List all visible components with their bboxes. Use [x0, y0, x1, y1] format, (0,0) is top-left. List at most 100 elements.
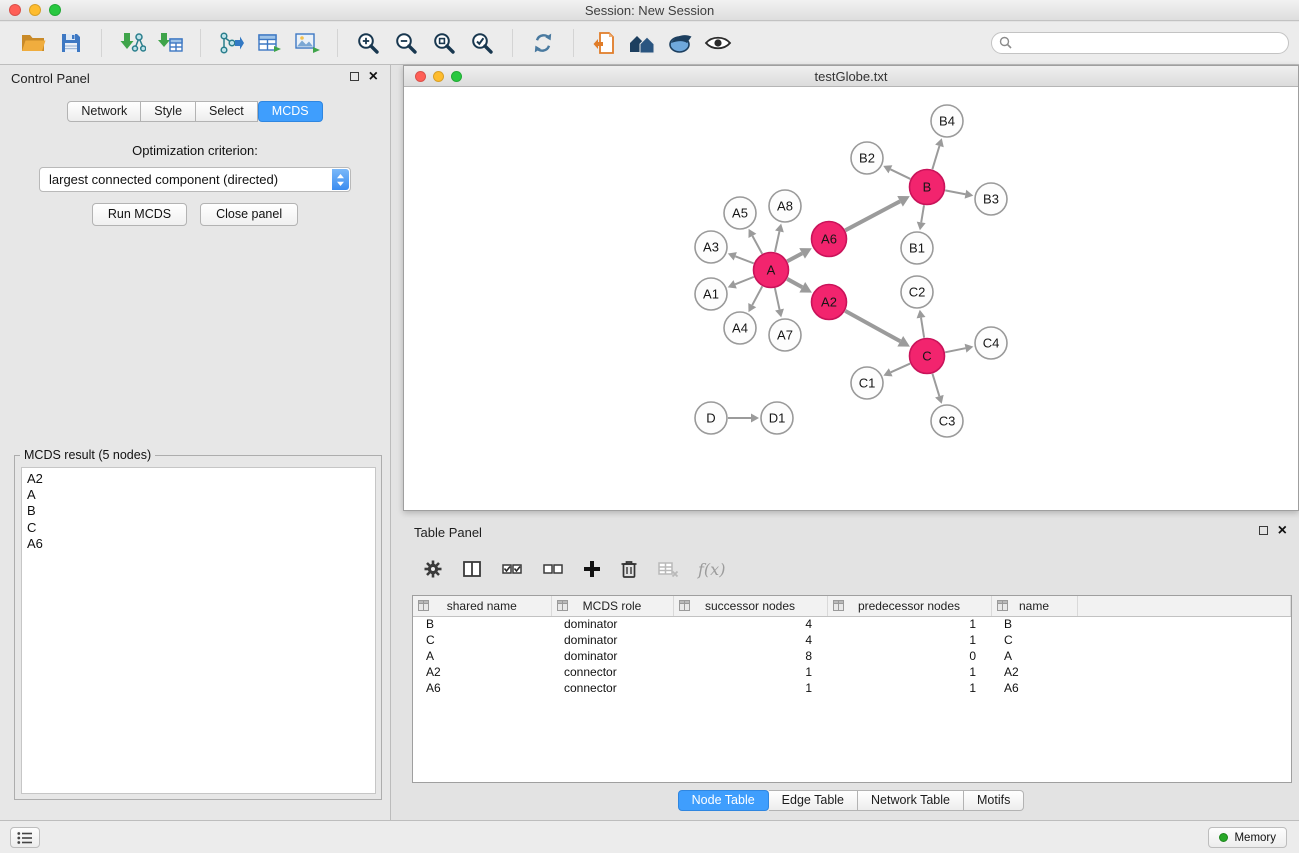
save-session-button[interactable]: [52, 26, 90, 60]
function-builder-button[interactable]: f(x): [698, 560, 725, 579]
tab-network[interactable]: Network: [67, 101, 141, 122]
col-header-predecessor-nodes[interactable]: predecessor nodes: [827, 596, 991, 616]
open-session-button[interactable]: [14, 26, 52, 60]
network-node-C1[interactable]: C1: [851, 367, 883, 399]
network-edge[interactable]: [787, 279, 802, 287]
task-history-button[interactable]: [10, 827, 40, 848]
update-network-button[interactable]: [212, 26, 250, 60]
search-input[interactable]: [991, 32, 1289, 54]
mcds-result-item[interactable]: A6: [22, 536, 375, 552]
add-column-button[interactable]: [583, 560, 601, 578]
network-node-C[interactable]: C: [910, 339, 945, 374]
col-header-mcds-role[interactable]: MCDS role: [551, 596, 673, 616]
new-table-button[interactable]: [250, 26, 288, 60]
table-row[interactable]: B dominator 4 1 B: [413, 616, 1291, 632]
network-zoom-button[interactable]: [451, 71, 462, 82]
col-header-successor-nodes[interactable]: successor nodes: [673, 596, 827, 616]
network-edge[interactable]: [752, 286, 762, 305]
table-row[interactable]: A dominator 8 0 A: [413, 648, 1291, 664]
network-edge[interactable]: [787, 253, 802, 261]
network-edge[interactable]: [932, 146, 939, 169]
select-all-button[interactable]: [501, 559, 523, 579]
close-panel-button[interactable]: Close panel: [200, 203, 298, 226]
network-edge[interactable]: [845, 311, 900, 341]
network-node-A4[interactable]: A4: [724, 312, 756, 344]
network-node-C4[interactable]: C4: [975, 327, 1007, 359]
network-node-A2[interactable]: A2: [812, 285, 847, 320]
network-edge[interactable]: [845, 201, 900, 230]
delete-table-button[interactable]: [657, 559, 679, 579]
import-table-button[interactable]: [151, 26, 189, 60]
network-edge[interactable]: [735, 277, 754, 284]
delete-column-button[interactable]: [620, 559, 638, 579]
network-edge[interactable]: [932, 374, 939, 396]
col-header-shared-name[interactable]: shared name: [413, 596, 551, 616]
network-edge[interactable]: [775, 231, 779, 252]
network-node-D1[interactable]: D1: [761, 402, 793, 434]
network-edge[interactable]: [752, 236, 762, 254]
zoom-out-button[interactable]: [387, 26, 425, 60]
close-table-panel-icon[interactable]: ×: [1278, 525, 1287, 536]
network-edge[interactable]: [945, 348, 965, 352]
network-node-D[interactable]: D: [695, 402, 727, 434]
deselect-all-button[interactable]: [542, 559, 564, 579]
mcds-result-item[interactable]: A2: [22, 471, 375, 487]
validate-button[interactable]: [661, 26, 699, 60]
network-node-A7[interactable]: A7: [769, 319, 801, 351]
network-edge[interactable]: [945, 190, 965, 194]
col-header-name[interactable]: name: [991, 596, 1077, 616]
network-edge[interactable]: [890, 169, 910, 179]
network-node-C2[interactable]: C2: [901, 276, 933, 308]
optimization-criterion-select[interactable]: largest connected component (directed): [39, 167, 351, 192]
show-columns-button[interactable]: [462, 559, 482, 579]
tab-style[interactable]: Style: [141, 101, 196, 122]
tab-mcds[interactable]: MCDS: [258, 101, 323, 122]
table-row[interactable]: A2 connector 1 1 A2: [413, 664, 1291, 680]
export-image-button[interactable]: [288, 26, 326, 60]
network-close-button[interactable]: [415, 71, 426, 82]
network-edge[interactable]: [891, 364, 910, 373]
network-node-B[interactable]: B: [910, 170, 945, 205]
network-edge[interactable]: [921, 205, 924, 222]
network-node-A6[interactable]: A6: [812, 222, 847, 257]
network-edge[interactable]: [735, 256, 753, 263]
refresh-layout-button[interactable]: [524, 26, 562, 60]
mcds-result-item[interactable]: B: [22, 503, 375, 519]
network-node-C3[interactable]: C3: [931, 405, 963, 437]
tab-network-table[interactable]: Network Table: [858, 790, 964, 811]
network-node-A3[interactable]: A3: [695, 231, 727, 263]
home-button[interactable]: [623, 26, 661, 60]
network-file-button[interactable]: [585, 26, 623, 60]
network-node-A8[interactable]: A8: [769, 190, 801, 222]
network-node-B3[interactable]: B3: [975, 183, 1007, 215]
table-settings-button[interactable]: [423, 559, 443, 579]
tab-edge-table[interactable]: Edge Table: [769, 790, 858, 811]
tab-motifs[interactable]: Motifs: [964, 790, 1024, 811]
network-edge[interactable]: [921, 318, 924, 338]
table-row[interactable]: A6 connector 1 1 A6: [413, 680, 1291, 696]
tab-node-table[interactable]: Node Table: [678, 790, 769, 811]
float-table-panel-icon[interactable]: [1259, 526, 1268, 535]
network-node-B2[interactable]: B2: [851, 142, 883, 174]
network-node-B4[interactable]: B4: [931, 105, 963, 137]
close-panel-icon[interactable]: ×: [369, 71, 378, 82]
network-node-B1[interactable]: B1: [901, 232, 933, 264]
float-panel-icon[interactable]: [350, 72, 359, 81]
zoom-in-button[interactable]: [349, 26, 387, 60]
zoom-fit-button[interactable]: [425, 26, 463, 60]
network-canvas[interactable]: B4 B2 B B3 A5 A8 A6 B1 A3 A C2 A1 A2 A4 A7 C4 C C1 C3 D D1: [404, 87, 1298, 510]
network-node-A1[interactable]: A1: [695, 278, 727, 310]
mcds-result-item[interactable]: A: [22, 487, 375, 503]
zoom-selected-button[interactable]: [463, 26, 501, 60]
show-hide-button[interactable]: [699, 26, 737, 60]
network-node-A[interactable]: A: [754, 253, 789, 288]
tab-select[interactable]: Select: [196, 101, 258, 122]
memory-button[interactable]: Memory: [1208, 827, 1287, 848]
network-minimize-button[interactable]: [433, 71, 444, 82]
run-mcds-button[interactable]: Run MCDS: [92, 203, 187, 226]
network-edge[interactable]: [775, 288, 780, 309]
network-node-A5[interactable]: A5: [724, 197, 756, 229]
table-row[interactable]: C dominator 4 1 C: [413, 632, 1291, 648]
import-network-button[interactable]: [113, 26, 151, 60]
mcds-result-item[interactable]: C: [22, 520, 375, 536]
